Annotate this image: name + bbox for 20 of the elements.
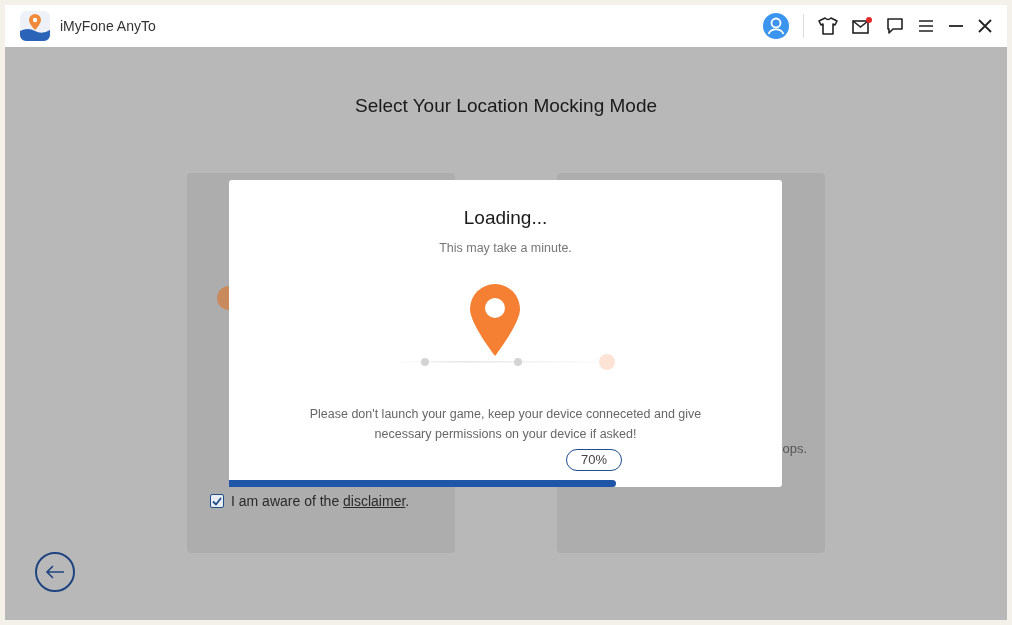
dialog-title: Loading... xyxy=(463,206,548,230)
dialog-subtitle: This may take a minute. xyxy=(439,239,572,257)
dialog-message: Please don't launch your game, keep your device conneceted and give necessary permissions on your device if asked! xyxy=(308,406,703,444)
checkbox[interactable] xyxy=(210,494,224,508)
check-icon xyxy=(212,496,222,506)
progress-label: 70% xyxy=(566,449,623,471)
user-avatar-icon[interactable] xyxy=(763,13,789,39)
close-icon[interactable] xyxy=(978,19,992,33)
shirt-icon[interactable] xyxy=(818,17,838,35)
mail-icon[interactable] xyxy=(852,17,872,35)
menu-icon[interactable] xyxy=(918,19,934,33)
app-title: iMyFone AnyTo xyxy=(60,16,156,36)
card-text: ops. xyxy=(782,439,807,458)
app-logo-icon xyxy=(20,11,50,41)
chat-icon[interactable] xyxy=(886,17,904,35)
back-button[interactable] xyxy=(35,552,75,592)
page-title: Select Your Location Mocking Mode xyxy=(353,94,659,118)
back-arrow-icon xyxy=(45,565,65,579)
disclaimer-link[interactable]: disclaimer xyxy=(343,492,406,509)
disclaimer-text: I am aware of the disclaimer. xyxy=(231,491,410,511)
